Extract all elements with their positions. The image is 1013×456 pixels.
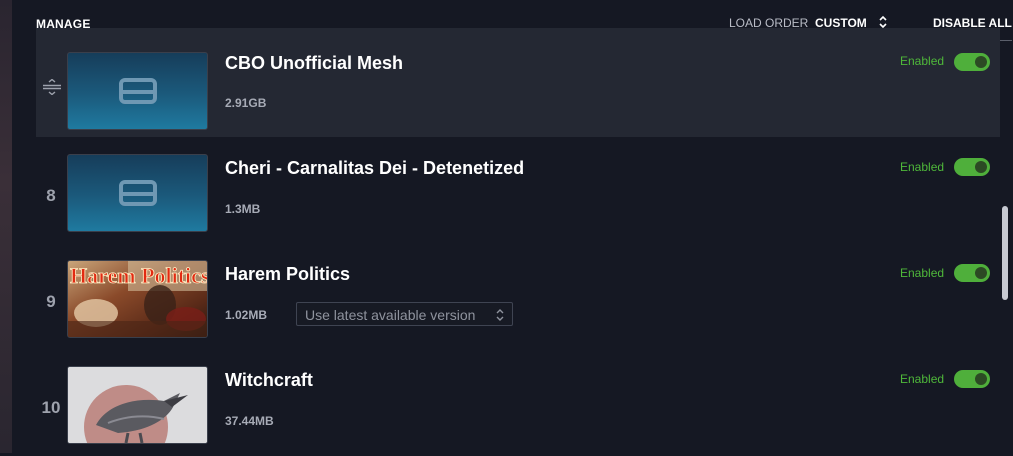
load-order-index: 10: [41, 398, 61, 417]
mod-row[interactable]: 10 Witchcraft 37.44MB Enabled: [36, 352, 1000, 456]
toggle-knob: [975, 267, 987, 279]
scrollbar-thumb[interactable]: [1002, 206, 1008, 300]
mod-thumbnail: [67, 366, 208, 444]
load-order-index: 9: [46, 292, 56, 311]
toggle-knob: [975, 56, 987, 68]
mod-thumbnail: Harem Politics: [67, 260, 208, 338]
mod-status: Enabled: [900, 54, 945, 68]
toggle-knob: [975, 373, 987, 385]
up-down-chevron-icon: [496, 309, 504, 321]
mod-row[interactable]: CBO Unofficial Mesh 2.91GB Enabled: [36, 28, 1000, 137]
mod-thumbnail: [67, 52, 208, 130]
toggle-knob: [975, 161, 987, 173]
mod-name: Harem Politics: [225, 264, 351, 284]
version-select[interactable]: Use latest available version: [296, 302, 513, 326]
mod-size: 1.02MB: [225, 308, 268, 322]
mod-name: Cheri - Carnalitas Dei - Detenetized: [225, 158, 525, 178]
mod-size: 2.91GB: [225, 96, 267, 110]
mod-size: 37.44MB: [225, 414, 274, 428]
enable-toggle[interactable]: [954, 53, 990, 71]
enable-toggle[interactable]: [954, 264, 990, 282]
mod-status: Enabled: [900, 160, 945, 174]
mod-status: Enabled: [900, 266, 945, 280]
window-edge: [0, 0, 12, 453]
mod-name: Witchcraft: [225, 370, 313, 390]
svg-text:Harem Politics: Harem Politics: [70, 263, 207, 288]
enable-toggle[interactable]: [954, 158, 990, 176]
mod-row[interactable]: 8 Cheri - Carnalitas Dei - Detenetized 1…: [36, 140, 1000, 244]
mod-status: Enabled: [900, 372, 945, 386]
mod-size: 1.3MB: [225, 202, 261, 216]
harem-politics-art: Harem Politics: [68, 261, 207, 337]
version-select-value: Use latest available version: [305, 307, 476, 323]
raven-art: [68, 367, 207, 443]
enable-toggle[interactable]: [954, 370, 990, 388]
drag-handle-icon[interactable]: [42, 79, 62, 95]
mod-thumbnail: [67, 154, 208, 232]
drive-icon: [119, 180, 157, 206]
mod-name: CBO Unofficial Mesh: [225, 53, 404, 73]
mod-row[interactable]: 9 Harem Politics Harem Politics 1.02MB U…: [36, 246, 1000, 350]
drive-icon: [119, 78, 157, 104]
load-order-index: 8: [46, 186, 56, 205]
